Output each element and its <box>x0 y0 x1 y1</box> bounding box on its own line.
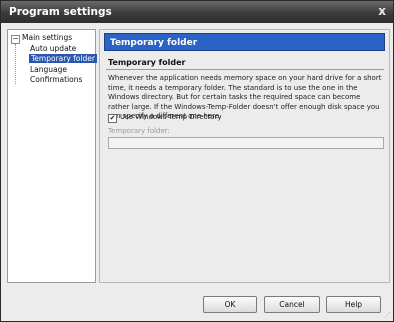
tree-item-confirmations[interactable]: Confirmations <box>30 75 82 84</box>
resize-grip-icon[interactable]: ⋰ <box>384 312 391 319</box>
title-bar[interactable]: Program settings x <box>1 1 393 23</box>
tree-item-auto-update[interactable]: Auto update <box>30 44 76 53</box>
window-title: Program settings <box>9 6 112 18</box>
use-windows-temp-option[interactable]: ✔ Use Windows-Temp Directory <box>108 113 222 123</box>
cancel-button[interactable]: Cancel <box>264 296 320 313</box>
tree-item-temporary-folder[interactable]: Temporary folder <box>29 54 97 63</box>
collapse-icon[interactable]: − <box>11 35 20 44</box>
settings-panel: Temporary folder Temporary folder Whenev… <box>99 29 390 283</box>
temp-folder-input[interactable] <box>108 137 384 149</box>
settings-tree: − Main settings Auto update Temporary fo… <box>7 29 97 283</box>
settings-window: Program settings x − Main settings Auto … <box>0 0 394 322</box>
section-title: Temporary folder <box>108 58 186 67</box>
use-windows-temp-checkbox[interactable]: ✔ <box>108 114 117 123</box>
tree-item-main-settings[interactable]: Main settings <box>22 33 72 42</box>
close-icon[interactable]: x <box>378 5 386 18</box>
temp-folder-label: Temporary folder: <box>108 127 170 135</box>
tree-item-language[interactable]: Language <box>30 65 67 74</box>
use-windows-temp-label[interactable]: Use Windows-Temp Directory <box>120 113 222 121</box>
panel-banner-title: Temporary folder <box>104 33 385 51</box>
tree-connector <box>15 44 16 84</box>
section-divider <box>106 69 384 70</box>
ok-button[interactable]: OK <box>203 296 257 313</box>
help-button[interactable]: Help <box>326 296 381 313</box>
